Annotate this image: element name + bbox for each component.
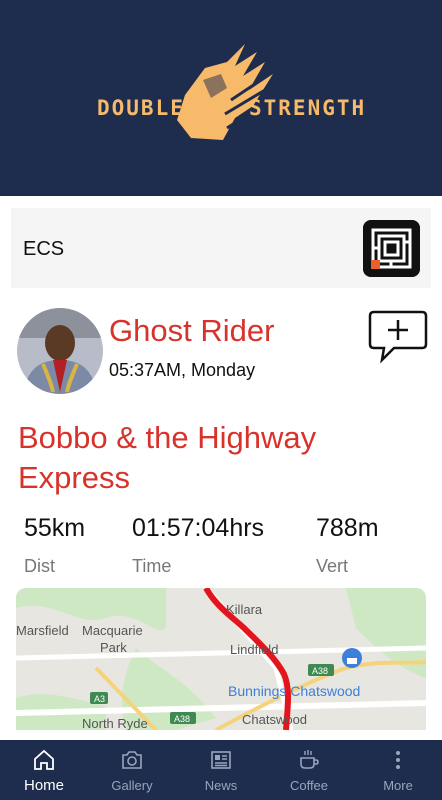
- map-label: Macquarie: [82, 623, 143, 638]
- map-canvas: Killara Lindfield Marsfield Macquarie Pa…: [16, 588, 426, 730]
- post-timestamp: 05:37AM, Monday: [109, 360, 256, 380]
- more-icon: [396, 751, 400, 769]
- map-label: Park: [100, 640, 127, 655]
- road-shield-label: A38: [174, 714, 190, 724]
- stat-vert-value: 788m: [316, 514, 379, 542]
- newspaper-icon: [211, 751, 231, 769]
- road-shield-label: A3: [94, 694, 105, 704]
- club-logo-icon[interactable]: [363, 220, 420, 277]
- add-comment-icon[interactable]: [368, 308, 428, 364]
- logo-word-right: STRENGTH: [249, 96, 367, 120]
- map-label: Lindfield: [230, 642, 278, 657]
- club-bar[interactable]: ECS: [11, 208, 431, 288]
- coffee-icon: [300, 750, 319, 769]
- nav-coffee-label: Coffee: [289, 778, 329, 793]
- nav-more-label: More: [383, 778, 413, 793]
- nav-news-label: News: [204, 778, 238, 793]
- shop-icon: [347, 658, 357, 664]
- club-name: ECS: [23, 238, 65, 260]
- rider-avatar[interactable]: [17, 308, 103, 394]
- nav-home-label: Home: [23, 777, 64, 794]
- rider-name[interactable]: Ghost Rider: [109, 313, 274, 349]
- stat-time-label: Time: [132, 556, 172, 576]
- header-spacer: [0, 196, 442, 208]
- bottom-nav: Home Gallery News Coffee More: [0, 740, 442, 800]
- map-label: Chatswood: [242, 712, 307, 727]
- nav-more[interactable]: More: [354, 740, 442, 800]
- nav-coffee[interactable]: Coffee: [265, 740, 353, 800]
- map-label: Marsfield: [16, 623, 69, 638]
- stat-distance-label: Dist: [24, 556, 55, 576]
- avatar-photo: [17, 308, 103, 394]
- road-shield-label: A38: [312, 666, 328, 676]
- ride-title[interactable]: Bobbo & the Highway Express: [18, 418, 418, 498]
- app-header: DOUBLE STRENGTH: [0, 0, 442, 196]
- camera-icon: [122, 751, 142, 769]
- nav-gallery-label: Gallery: [111, 778, 153, 793]
- nav-gallery[interactable]: Gallery: [88, 740, 176, 800]
- stat-distance-value: 55km: [24, 514, 86, 542]
- route-map[interactable]: Killara Lindfield Marsfield Macquarie Pa…: [16, 588, 426, 730]
- home-icon: [34, 749, 54, 770]
- map-label: Bunnings Chatswood: [228, 683, 360, 699]
- map-label: Killara: [226, 602, 263, 617]
- nav-home[interactable]: Home: [0, 740, 88, 800]
- stat-time-value: 01:57:04hrs: [132, 514, 265, 542]
- stat-vert-label: Vert: [316, 556, 349, 576]
- nav-news[interactable]: News: [177, 740, 265, 800]
- map-label: North Ryde: [82, 716, 148, 730]
- double-strength-logo-icon: [177, 44, 273, 140]
